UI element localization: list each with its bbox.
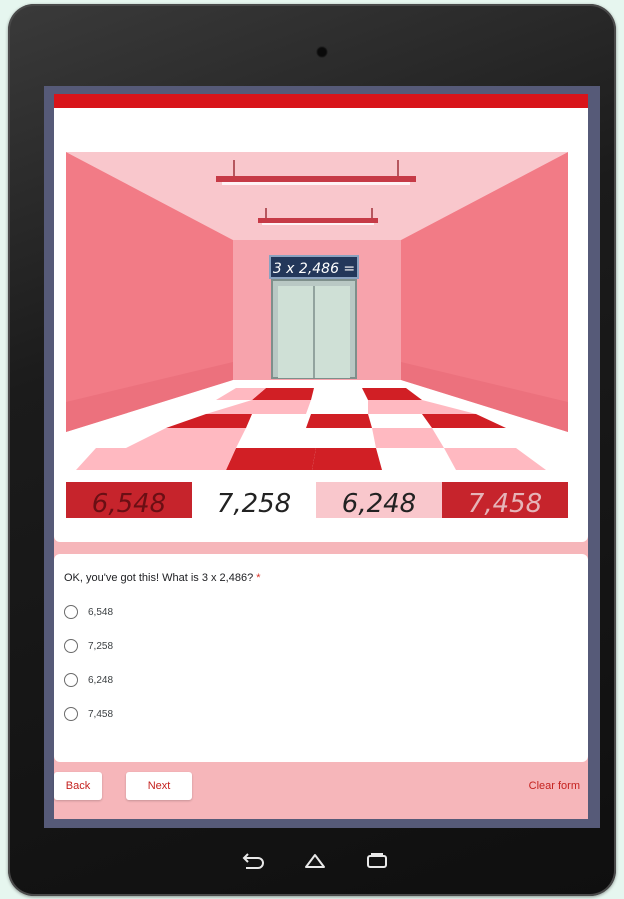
elevator-room-image: 3 x 2,486 = 6,548 7,258 6,248 7,458	[66, 152, 568, 518]
equation-sign-text: 3 x 2,486 =	[273, 261, 355, 277]
floor-number-3: 6,248	[342, 489, 416, 518]
option-label: 7,258	[88, 640, 114, 652]
option-6248[interactable]: 6,248	[64, 670, 113, 690]
back-button[interactable]: Back	[54, 772, 102, 800]
option-label: 6,248	[88, 674, 114, 686]
google-form: 3 x 2,486 = 6,548 7,258 6,248 7,458 OK, …	[54, 94, 588, 819]
option-7458[interactable]: 7,458	[64, 704, 113, 724]
radio-button[interactable]	[64, 673, 78, 687]
recents-nav-icon[interactable]	[364, 852, 390, 870]
question-title: OK, you've got this! What is 3 x 2,486? …	[64, 572, 261, 584]
radio-button[interactable]	[64, 605, 78, 619]
option-label: 7,458	[88, 708, 114, 720]
screen: 3 x 2,486 = 6,548 7,258 6,248 7,458 OK, …	[44, 86, 600, 828]
camera	[316, 46, 328, 58]
clear-form-link[interactable]: Clear form	[529, 780, 580, 792]
tablet-frame: 3 x 2,486 = 6,548 7,258 6,248 7,458 OK, …	[8, 4, 616, 896]
radio-button[interactable]	[64, 707, 78, 721]
option-6548[interactable]: 6,548	[64, 602, 113, 622]
floor-number-1: 6,548	[92, 489, 166, 518]
back-nav-icon[interactable]	[240, 852, 266, 870]
radio-button[interactable]	[64, 639, 78, 653]
option-label: 6,548	[88, 606, 114, 618]
required-asterisk: *	[256, 572, 261, 584]
question-card: OK, you've got this! What is 3 x 2,486? …	[54, 554, 588, 762]
question-text: OK, you've got this! What is 3 x 2,486?	[64, 572, 254, 584]
image-card: 3 x 2,486 = 6,548 7,258 6,248 7,458	[54, 108, 588, 542]
next-button[interactable]: Next	[126, 772, 192, 800]
floor-number-4: 7,458	[468, 489, 542, 518]
form-accent-bar	[54, 94, 588, 108]
option-7258[interactable]: 7,258	[64, 636, 113, 656]
home-nav-icon[interactable]	[302, 852, 328, 870]
floor-number-2: 7,258	[217, 489, 291, 518]
